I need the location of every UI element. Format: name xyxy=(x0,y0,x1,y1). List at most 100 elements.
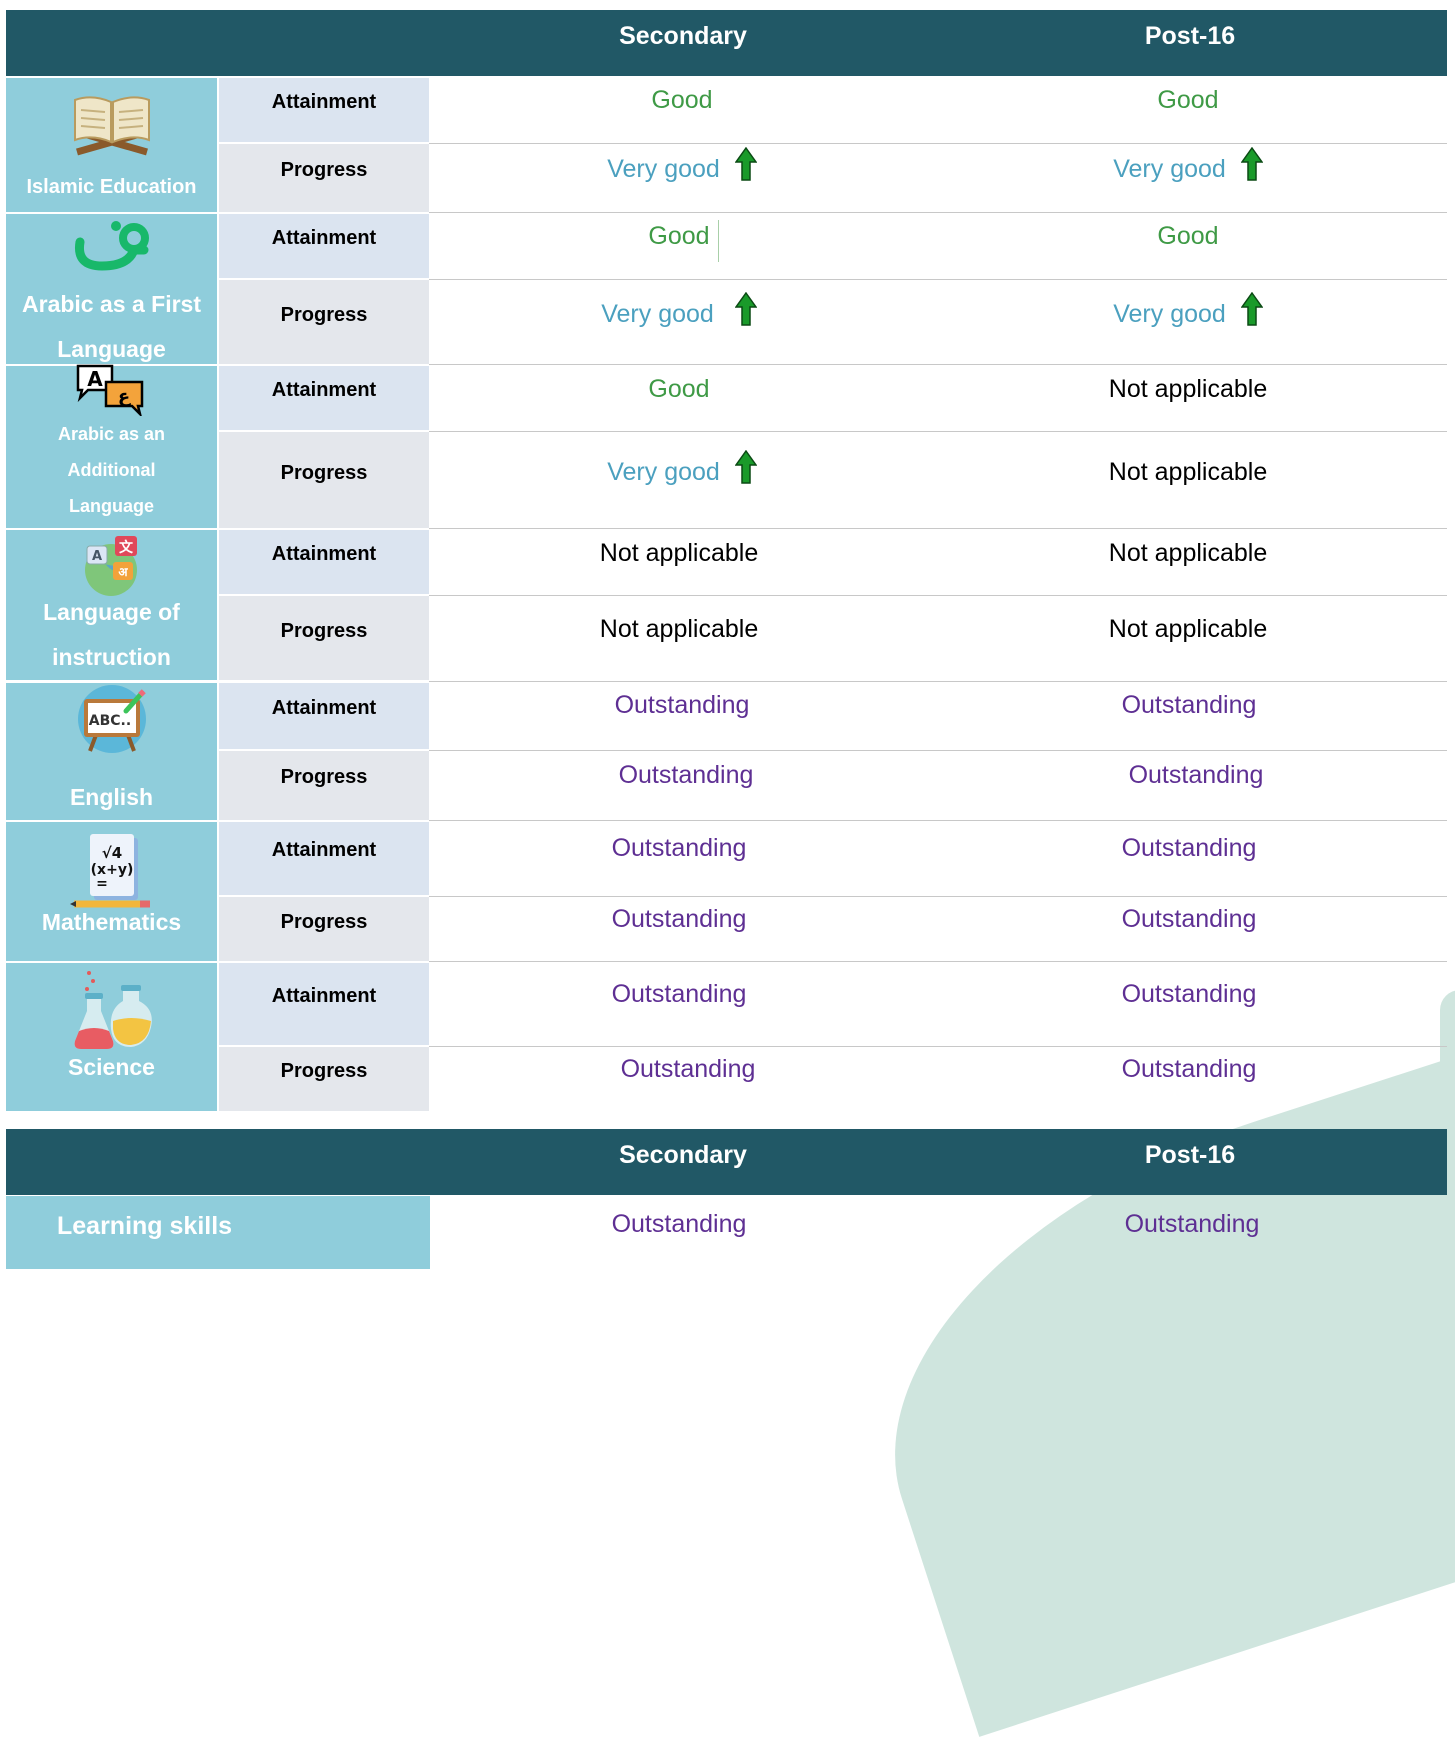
svg-text:अ: अ xyxy=(118,565,128,579)
arabicadd-progress-secondary: Very good xyxy=(459,450,905,487)
row-label-progress: Progress xyxy=(219,432,429,528)
up-arrow-icon xyxy=(734,292,757,326)
english-attainment-secondary: Outstanding xyxy=(614,691,750,719)
header-post16: Post-16 xyxy=(1144,1141,1236,1169)
english-progress-secondary: Outstanding xyxy=(618,761,754,789)
loi-attainment-post16: Not applicable xyxy=(1108,539,1268,567)
islamic-attainment-post16: Good xyxy=(1157,86,1219,114)
row-label-attainment: Attainment xyxy=(219,683,429,749)
abc-board-icon: ABC.. xyxy=(6,685,217,755)
language-globe-icon: A 文 अ xyxy=(6,532,217,598)
subject-name: Arabic as an Additional Language xyxy=(57,424,166,516)
science-progress-post16: Outstanding xyxy=(1121,1055,1257,1083)
row-divider xyxy=(429,820,1447,821)
svg-text:A: A xyxy=(87,367,103,391)
up-arrow-icon xyxy=(1240,292,1263,326)
arabic1-attainment-secondary: Good xyxy=(648,222,710,250)
rating-text: Very good xyxy=(607,458,720,486)
svg-text:A: A xyxy=(91,549,101,564)
subject-arabic-first-language: Arabic as a First Language xyxy=(6,214,217,364)
arabicadd-progress-post16: Not applicable xyxy=(1108,458,1268,486)
row-label-attainment: Attainment xyxy=(219,822,429,895)
subject-name: Science xyxy=(68,1054,155,1080)
row-label-attainment: Attainment xyxy=(219,78,429,142)
learning-skills-secondary: Outstanding xyxy=(611,1210,747,1238)
math-attainment-post16: Outstanding xyxy=(1121,834,1257,862)
science-attainment-secondary: Outstanding xyxy=(611,980,747,1008)
subject-language-of-instruction: A 文 अ Language of instruction xyxy=(6,530,217,680)
arabic1-progress-post16: Very good xyxy=(968,292,1408,329)
row-label-attainment: Attainment xyxy=(219,366,429,430)
row-divider xyxy=(429,364,1447,365)
arabic1-progress-secondary: Very good xyxy=(459,292,899,329)
loi-attainment-secondary: Not applicable xyxy=(599,539,759,567)
subject-mathematics: √4 (x+y) = Mathematics xyxy=(6,822,217,961)
row-divider xyxy=(429,528,1447,529)
row-divider xyxy=(429,896,1447,897)
subject-name: Language of instruction xyxy=(43,599,180,670)
row-divider xyxy=(429,212,1447,213)
subject-science: Science xyxy=(6,963,217,1111)
subject-name: Islamic Education xyxy=(26,176,197,198)
row-label-progress: Progress xyxy=(219,751,429,820)
math-progress-secondary: Outstanding xyxy=(611,905,747,933)
up-arrow-icon xyxy=(1240,147,1263,181)
header-post16: Post-16 xyxy=(1144,22,1236,50)
science-attainment-post16: Outstanding xyxy=(1121,980,1257,1008)
rating-text: Very good xyxy=(1113,155,1226,183)
row-divider xyxy=(429,431,1447,432)
open-book-icon xyxy=(6,92,217,162)
row-label-progress: Progress xyxy=(219,1047,429,1111)
islamic-progress-secondary: Very good xyxy=(459,147,905,184)
row-label-progress: Progress xyxy=(219,596,429,680)
arabic1-attainment-post16: Good xyxy=(1157,222,1219,250)
row-label-attainment: Attainment xyxy=(219,963,429,1045)
english-attainment-post16: Outstanding xyxy=(1121,691,1257,719)
up-arrow-icon xyxy=(734,450,757,484)
arabicadd-attainment-secondary: Good xyxy=(648,375,710,403)
flasks-icon xyxy=(6,969,217,1051)
loi-progress-secondary: Not applicable xyxy=(599,615,759,643)
islamic-attainment-secondary: Good xyxy=(651,86,713,114)
islamic-progress-post16: Very good xyxy=(968,147,1408,184)
row-label-progress: Progress xyxy=(219,144,429,212)
svg-text:=: = xyxy=(96,876,108,892)
rating-text: Very good xyxy=(601,300,714,328)
learning-skills-text: Learning skills xyxy=(57,1212,233,1240)
table-header: Secondary Post-16 xyxy=(6,1129,1447,1195)
background-decoration xyxy=(824,983,1455,1737)
row-divider xyxy=(429,681,1447,682)
science-progress-secondary: Outstanding xyxy=(620,1055,756,1083)
row-divider xyxy=(429,1046,1447,1047)
row-divider xyxy=(429,279,1447,280)
up-arrow-icon xyxy=(734,147,757,181)
arabicadd-attainment-post16: Not applicable xyxy=(1108,375,1268,403)
row-divider xyxy=(429,143,1447,144)
english-progress-post16: Outstanding xyxy=(1128,761,1264,789)
svg-text:ع: ع xyxy=(117,386,130,407)
subject-name: Mathematics xyxy=(41,909,182,935)
rating-text: Very good xyxy=(607,155,720,183)
header-secondary: Secondary xyxy=(619,22,747,50)
header-secondary: Secondary xyxy=(619,1141,747,1169)
svg-text:文: 文 xyxy=(119,539,134,556)
row-divider xyxy=(429,595,1447,596)
loi-progress-post16: Not applicable xyxy=(1108,615,1268,643)
math-attainment-secondary: Outstanding xyxy=(611,834,747,862)
row-label-progress: Progress xyxy=(219,280,429,364)
translate-bubbles-icon: A ع xyxy=(6,358,217,416)
row-divider xyxy=(429,750,1447,751)
row-label-learning-skills: Learning skills xyxy=(6,1196,430,1269)
math-progress-post16: Outstanding xyxy=(1121,905,1257,933)
row-label-attainment: Attainment xyxy=(219,530,429,594)
row-label-progress: Progress xyxy=(219,897,429,961)
subject-islamic-education: Islamic Education xyxy=(6,78,217,212)
learning-skills-post16: Outstanding xyxy=(1124,1210,1260,1238)
cursor-line xyxy=(718,220,719,262)
subject-arabic-additional-language: A ع Arabic as an Additional Language xyxy=(6,364,217,528)
row-divider xyxy=(429,961,1447,962)
subject-name: English xyxy=(69,784,154,810)
row-label-attainment: Attainment xyxy=(219,214,429,278)
subject-english: ABC.. English xyxy=(6,683,217,820)
table-header: Secondary Post-16 xyxy=(6,10,1447,76)
